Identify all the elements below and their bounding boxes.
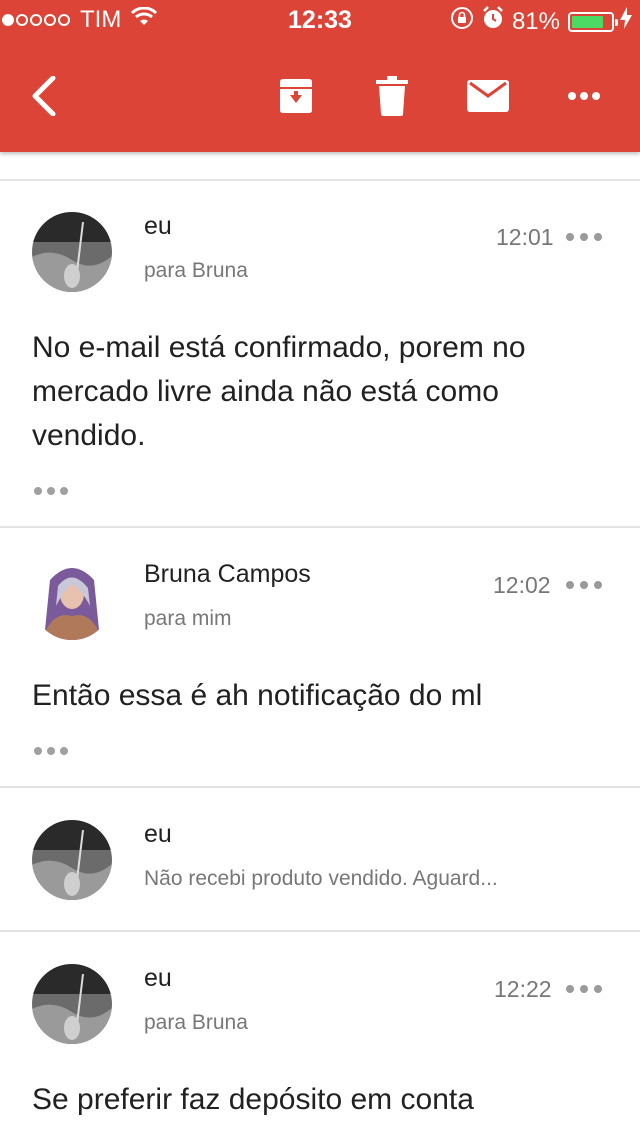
message-body: No e-mail está confirmado, porem no merc… (32, 331, 526, 452)
recipient[interactable]: para mim (144, 607, 232, 631)
avatar[interactable] (32, 964, 112, 1044)
message-body: Se preferir faz depósito em conta (32, 1083, 474, 1116)
status-bar: TIM 12:33 81% (0, 0, 640, 40)
collapsed-message-item[interactable]: eu Não recebi produto vendido. Aguard... (0, 788, 640, 930)
mail-icon (467, 80, 509, 112)
status-right: 81% (442, 6, 632, 37)
back-icon (32, 76, 56, 116)
recipient[interactable]: para Bruna (144, 259, 248, 283)
avatar[interactable] (32, 560, 112, 640)
more-options-button[interactable] (560, 76, 608, 116)
message-time: 12:22 (494, 976, 552, 1002)
battery-percent: 81% (511, 7, 560, 35)
charging-icon (620, 7, 632, 36)
app-header: TIM 12:33 81% (0, 0, 640, 152)
archive-icon (280, 79, 312, 113)
battery-cap (615, 18, 618, 26)
battery-level (572, 15, 603, 28)
orientation-lock-icon (450, 6, 474, 37)
expand-quoted-button[interactable] (34, 746, 68, 756)
avatar[interactable] (32, 820, 112, 900)
mark-unread-button[interactable] (462, 72, 514, 120)
message-more-button[interactable] (566, 579, 602, 591)
message-time: 12:02 (493, 572, 551, 598)
message-body: Então essa é ah notificação do ml (32, 679, 483, 712)
archive-button[interactable] (270, 70, 322, 122)
message-more-button[interactable] (566, 231, 602, 243)
sender-name: eu (144, 820, 172, 848)
avatar[interactable] (32, 212, 112, 292)
message-toolbar (0, 40, 640, 152)
expand-quoted-button[interactable] (34, 486, 68, 496)
more-icon (568, 92, 600, 100)
message-item[interactable]: Bruna Campos para mim 12:02 Então essa é… (0, 528, 640, 786)
alarm-icon (482, 6, 504, 37)
conversation-thread[interactable]: eu para Bruna 12:01 No e-mail está confi… (0, 152, 640, 1136)
message-item[interactable]: eu para Bruna 12:22 Se preferir faz depó… (0, 932, 640, 1136)
delete-button[interactable] (370, 70, 414, 122)
back-button[interactable] (20, 66, 68, 126)
sender-name: eu (144, 212, 172, 240)
message-item[interactable]: eu para Bruna 12:01 No e-mail está confi… (0, 180, 640, 526)
message-time: 12:01 (496, 224, 554, 250)
trash-icon (376, 76, 408, 116)
message-snippet: Não recebi produto vendido. Aguard... (144, 867, 498, 890)
sender-name: eu (144, 964, 172, 992)
recipient[interactable]: para Bruna (144, 1011, 248, 1035)
battery-icon (568, 11, 618, 32)
sender-name: Bruna Campos (144, 560, 311, 588)
message-more-button[interactable] (566, 983, 602, 995)
